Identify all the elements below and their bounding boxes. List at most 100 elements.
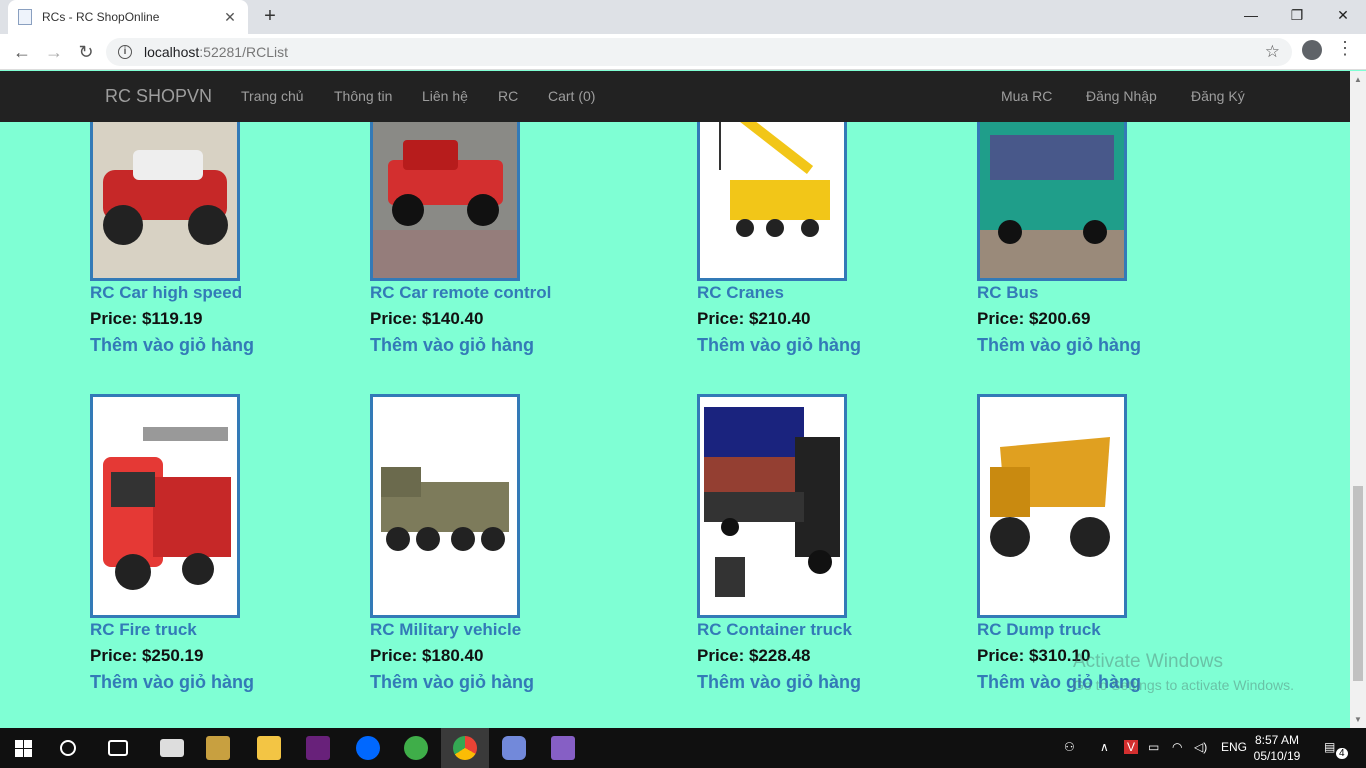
product-card: RC Container truck Price: $228.48 Thêm v… [697,394,997,693]
volume-icon[interactable]: ◁) [1194,740,1207,754]
mail-icon[interactable] [160,739,184,757]
product-card: RC Fire truck Price: $250.19 Thêm vào gi… [90,394,390,693]
clock-time: 8:57 AM [1254,733,1300,747]
site-navbar: RC SHOPVN Trang chủ Thông tin Liên hệ RC… [0,71,1350,122]
tools-icon[interactable] [206,736,230,760]
product-image[interactable] [370,394,520,618]
chrome-icon[interactable] [453,736,477,760]
product-image[interactable] [90,122,240,281]
product-image[interactable] [977,122,1127,281]
product-card: RC Dump truck Price: $310.10 Thêm vào gi… [977,394,1277,693]
browser-tab[interactable]: RCs - RC ShopOnline ✕ [8,0,248,34]
scrollbar-thumb[interactable] [1353,486,1363,681]
nav-link-contact[interactable]: Liên hệ [422,88,468,104]
rc-pickup-image [373,122,517,278]
nav-link-cart[interactable]: Cart (0) [548,88,595,104]
product-name[interactable]: RC Car remote control [370,283,670,303]
clock-date: 05/10/19 [1253,749,1301,763]
page-favicon-icon [18,9,32,25]
add-to-cart-link[interactable]: Thêm vào giỏ hàng [370,335,670,356]
product-price: Price: $180.40 [370,646,484,665]
windows-start-icon[interactable] [15,740,32,757]
discord-icon[interactable] [502,736,526,760]
reload-icon[interactable]: ↻ [74,40,98,64]
rc-fire-truck-image [93,397,237,615]
product-image[interactable] [697,394,847,618]
product-price: Price: $228.48 [697,646,811,665]
url-path: :52281/RCList [199,44,288,60]
product-card: RC Bus Price: $200.69 Thêm vào giỏ hàng [977,122,1277,356]
back-arrow-icon[interactable]: ← [10,40,34,64]
product-name[interactable]: RC Cranes [697,283,997,303]
product-card: RC Car remote control Price: $140.40 Thê… [370,122,670,356]
nav-link-home[interactable]: Trang chủ [241,88,304,104]
product-name[interactable]: RC Car high speed [90,283,390,303]
add-to-cart-link[interactable]: Thêm vào giỏ hàng [370,672,670,693]
wifi-icon[interactable]: ◠ [1172,740,1182,754]
browser-toolbar: ← → ↻ i localhost:52281/RCList ☆ [0,34,1366,70]
nav-link-about[interactable]: Thông tin [334,88,392,104]
product-image[interactable] [977,394,1127,618]
task-view-icon[interactable] [108,740,128,756]
product-price: Price: $210.40 [697,309,811,328]
add-to-cart-link[interactable]: Thêm vào giỏ hàng [90,672,390,693]
search-icon[interactable] [60,740,76,756]
activate-windows-subtitle: Go to Settings to activate Windows. [1073,677,1294,693]
nav-link-buy-rc[interactable]: Mua RC [1001,88,1052,104]
page-scrollbar[interactable]: ▲ ▼ [1350,71,1366,728]
people-icon[interactable]: ⚇ [1064,740,1075,754]
nav-link-register[interactable]: Đăng Ký [1191,88,1245,104]
product-name[interactable]: RC Fire truck [90,620,390,640]
product-price: Price: $119.19 [90,309,203,328]
coccoc-icon[interactable] [404,736,428,760]
account-avatar-icon[interactable] [1302,40,1322,60]
product-image[interactable] [90,394,240,618]
tab-close-icon[interactable]: ✕ [222,9,238,26]
browser-menu-icon[interactable]: ⋮ [1336,38,1354,59]
nav-link-login[interactable]: Đăng Nhập [1086,88,1157,104]
rc-military-vehicle-image [373,397,517,615]
bookmark-star-icon[interactable]: ☆ [1265,42,1280,62]
notification-count-badge: 4 [1336,748,1348,759]
product-image[interactable] [370,122,520,281]
add-to-cart-link[interactable]: Thêm vào giỏ hàng [697,335,997,356]
minimize-button[interactable]: — [1228,0,1274,30]
forward-arrow-icon[interactable]: → [42,40,66,64]
zalo-icon[interactable] [356,736,380,760]
visual-studio-2-icon[interactable] [551,736,575,760]
unikey-icon[interactable]: V [1124,740,1139,754]
product-name[interactable]: RC Bus [977,283,1277,303]
add-to-cart-link[interactable]: Thêm vào giỏ hàng [90,335,390,356]
browser-tab-strip: RCs - RC ShopOnline ✕ + — ❐ ✕ [0,0,1366,34]
battery-icon[interactable]: ▭ [1148,740,1159,754]
new-tab-button[interactable]: + [258,4,282,28]
product-name[interactable]: RC Dump truck [977,620,1277,640]
url-host: localhost [144,44,200,60]
maximize-button[interactable]: ❐ [1274,0,1320,30]
input-language[interactable]: ENG [1221,740,1247,754]
notification-icon[interactable]: ▤ [1324,740,1335,754]
address-bar[interactable]: i localhost:52281/RCList ☆ [106,38,1292,66]
product-name[interactable]: RC Container truck [697,620,997,640]
visual-studio-icon[interactable] [306,736,330,760]
nav-link-rc[interactable]: RC [498,88,518,104]
window-close-button[interactable]: ✕ [1320,0,1366,30]
file-explorer-icon[interactable] [257,736,281,760]
site-info-icon[interactable]: i [118,45,132,59]
add-to-cart-link[interactable]: Thêm vào giỏ hàng [977,335,1277,356]
product-name[interactable]: RC Military vehicle [370,620,670,640]
site-brand[interactable]: RC SHOPVN [105,86,212,107]
product-price: Price: $200.69 [977,309,1091,328]
scroll-down-icon[interactable]: ▼ [1354,715,1362,724]
rc-container-truck-image [700,397,844,615]
system-clock[interactable]: 8:57 AM 05/10/19 [1252,732,1302,764]
scroll-up-icon[interactable]: ▲ [1354,75,1362,84]
product-image[interactable] [697,122,847,281]
product-list: RC Car high speed Price: $119.19 Thêm và… [0,122,1350,728]
product-card: RC Car high speed Price: $119.19 Thêm và… [90,122,390,356]
activate-windows-title: Activate Windows [1073,651,1223,672]
tab-title: RCs - RC ShopOnline [42,10,160,24]
tray-chevron-icon[interactable]: ∧ [1100,740,1109,754]
add-to-cart-link[interactable]: Thêm vào giỏ hàng [697,672,997,693]
rc-car-image [93,122,237,278]
